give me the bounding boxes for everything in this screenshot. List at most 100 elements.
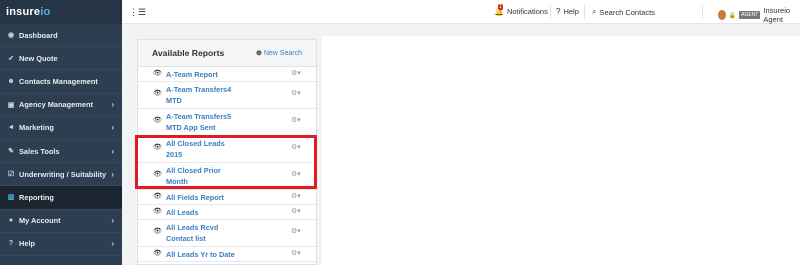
help-link[interactable]: ? Help	[556, 7, 579, 16]
avatar	[718, 10, 726, 20]
divider	[702, 5, 703, 19]
logo-area: insureio	[0, 0, 122, 24]
report-link-line: All Leads Rcvd	[166, 223, 219, 232]
dashboard-icon: ◉	[7, 32, 15, 40]
user-name: Insureio Agent	[763, 6, 791, 24]
report-row: 👁 All Leads Yr to Date ⚙▾	[138, 247, 316, 262]
question-icon: ?	[8, 240, 14, 248]
report-row: 👁 A-Team Transfers4 MTD ⚙▾	[138, 82, 316, 109]
logo[interactable]: insureio	[6, 6, 50, 18]
eye-icon[interactable]: 👁	[153, 227, 162, 235]
rocket-icon: ➶	[8, 55, 14, 63]
eye-icon[interactable]: 👁	[153, 192, 162, 200]
report-link[interactable]: All Leads Yr to Date	[166, 249, 235, 260]
report-link-line: Contact list	[166, 234, 206, 243]
report-link[interactable]: All Leads	[166, 207, 198, 218]
notifications-label: Notifications	[506, 7, 548, 16]
highlight-box	[135, 135, 317, 189]
report-detail-panel	[322, 36, 800, 265]
bullhorn-icon: ◄	[7, 124, 15, 132]
chevron-right-icon: ›	[111, 123, 114, 133]
sidebar-item-agency-management[interactable]: ▣ Agency Management ›	[0, 94, 122, 117]
gear-dropdown-icon[interactable]: ⚙▾	[291, 207, 301, 215]
report-row: 👁 All Leads ⚙▾	[138, 205, 316, 220]
report-link[interactable]: All Leads Rcvd Contact list	[166, 222, 218, 244]
sidebar-item-label: My Account	[19, 216, 61, 226]
bar-chart-icon: ▥	[7, 194, 15, 202]
panel-header: Available Reports ⊕ New Search	[138, 40, 316, 67]
notifications-link[interactable]: 🔔 1 Notifications	[494, 4, 548, 16]
sidebar-nav: ◉ Dashboard ➶ New Quote ☻ Contacts Management…	[0, 24, 122, 256]
gear-dropdown-icon[interactable]: ⚙▾	[291, 89, 301, 97]
agent-tag: AGENT	[739, 11, 761, 19]
sidebar-item-marketing[interactable]: ◄ Marketing ›	[0, 117, 122, 140]
search-icon: ⌕	[592, 7, 597, 16]
gear-dropdown-icon[interactable]: ⚙▾	[291, 227, 301, 235]
sidebar-item-contacts-management[interactable]: ☻ Contacts Management	[0, 70, 122, 94]
sidebar-item-sales-tools[interactable]: ✎ Sales Tools ›	[0, 140, 122, 164]
sidebar-item-new-quote[interactable]: ➶ New Quote	[0, 47, 122, 71]
gear-dropdown-icon[interactable]: ⚙▾	[291, 192, 301, 200]
plus-circle-icon: ⊕	[255, 50, 262, 57]
user-icon: ●	[8, 217, 14, 225]
notifications-badge: 1	[498, 4, 503, 10]
report-link[interactable]: A-Team Transfers5 MTD App Sent	[166, 111, 231, 133]
divider	[550, 5, 551, 19]
topbar: ⋮☰ 🔔 1 Notifications ? Help ⌕ Search Cont…	[122, 0, 800, 24]
report-link[interactable]: A-Team Report	[166, 69, 218, 80]
gear-dropdown-icon[interactable]: ⚙▾	[291, 249, 301, 257]
report-link-line: MTD App Sent	[166, 123, 216, 132]
chevron-right-icon: ›	[111, 146, 114, 156]
wrench-icon: ✎	[8, 148, 14, 156]
eye-icon[interactable]: 👁	[153, 207, 162, 215]
sidebar-item-label: Agency Management	[19, 100, 93, 110]
search-contacts-label: Search Contacts	[599, 7, 655, 17]
lock-icon: 🔒	[728, 12, 737, 19]
report-link-line: A-Team Transfers5	[166, 112, 232, 121]
users-icon: ☻	[7, 77, 15, 85]
sidebar-item-label: Contacts Management	[19, 76, 98, 86]
bell-icon: 🔔 1	[494, 4, 504, 16]
report-row: 👁 A-Team Transfers5 MTD App Sent ⚙▾	[138, 109, 316, 136]
gear-dropdown-icon[interactable]: ⚙▾	[291, 116, 301, 124]
sidebar-item-my-account[interactable]: ● My Account ›	[0, 210, 122, 233]
sidebar: insureio ◉ Dashboard ➶ New Quote ☻ Contacts M…	[0, 0, 122, 265]
help-label: Help	[563, 7, 579, 16]
report-link[interactable]: A-Team Transfers4 MTD	[166, 84, 231, 106]
report-link-line: A-Team Report	[166, 70, 218, 79]
sidebar-item-label: New Quote	[19, 53, 58, 63]
new-search-button[interactable]: ⊕ New Search	[256, 49, 302, 57]
search-contacts-link[interactable]: ⌕ Search Contacts	[592, 7, 655, 17]
report-link-line: All Fields Report	[166, 193, 224, 202]
report-link[interactable]: All Fields Report	[166, 192, 224, 203]
sidebar-item-label: Marketing	[19, 123, 54, 133]
chevron-right-icon: ›	[111, 216, 114, 226]
eye-icon[interactable]: 👁	[153, 89, 162, 97]
user-menu[interactable]: 🔒 AGENT Insureio Agent	[718, 6, 800, 24]
menu-toggle-icon[interactable]: ⋮☰	[129, 7, 146, 18]
checkbox-icon: ☑	[7, 171, 15, 179]
panel-title: Available Reports	[152, 48, 225, 58]
eye-icon[interactable]: 👁	[153, 69, 162, 77]
gear-dropdown-icon[interactable]: ⚙▾	[291, 69, 301, 77]
briefcase-icon: ▣	[7, 101, 15, 109]
report-row: 👁 All Leads Rcvd Contact list ⚙▾	[138, 220, 316, 247]
chevron-right-icon: ›	[111, 169, 114, 179]
sidebar-item-label: Sales Tools	[19, 146, 60, 156]
sidebar-item-reporting[interactable]: ▥ Reporting	[0, 186, 122, 210]
eye-icon[interactable]: 👁	[153, 116, 162, 124]
report-link-line: A-Team Transfers4	[166, 85, 232, 94]
sidebar-item-dashboard[interactable]: ◉ Dashboard	[0, 24, 122, 48]
sidebar-item-underwriting-suitability[interactable]: ☑ Underwriting / Suitability ›	[0, 163, 122, 187]
sidebar-item-label: Underwriting / Suitability	[19, 169, 107, 179]
help-icon: ?	[556, 7, 561, 16]
sidebar-item-label: Dashboard	[19, 30, 58, 40]
sidebar-item-label: Reporting	[19, 192, 54, 202]
chevron-right-icon: ›	[111, 239, 114, 249]
eye-icon[interactable]: 👁	[153, 249, 162, 257]
report-row: 👁 All Fields Report ⚙▾	[138, 190, 316, 205]
report-link-line: All Leads	[166, 208, 199, 217]
report-row: 👁 A-Team Report ⚙▾	[138, 67, 316, 82]
sidebar-item-help[interactable]: ? Help ›	[0, 233, 122, 256]
chevron-right-icon: ›	[111, 100, 114, 110]
